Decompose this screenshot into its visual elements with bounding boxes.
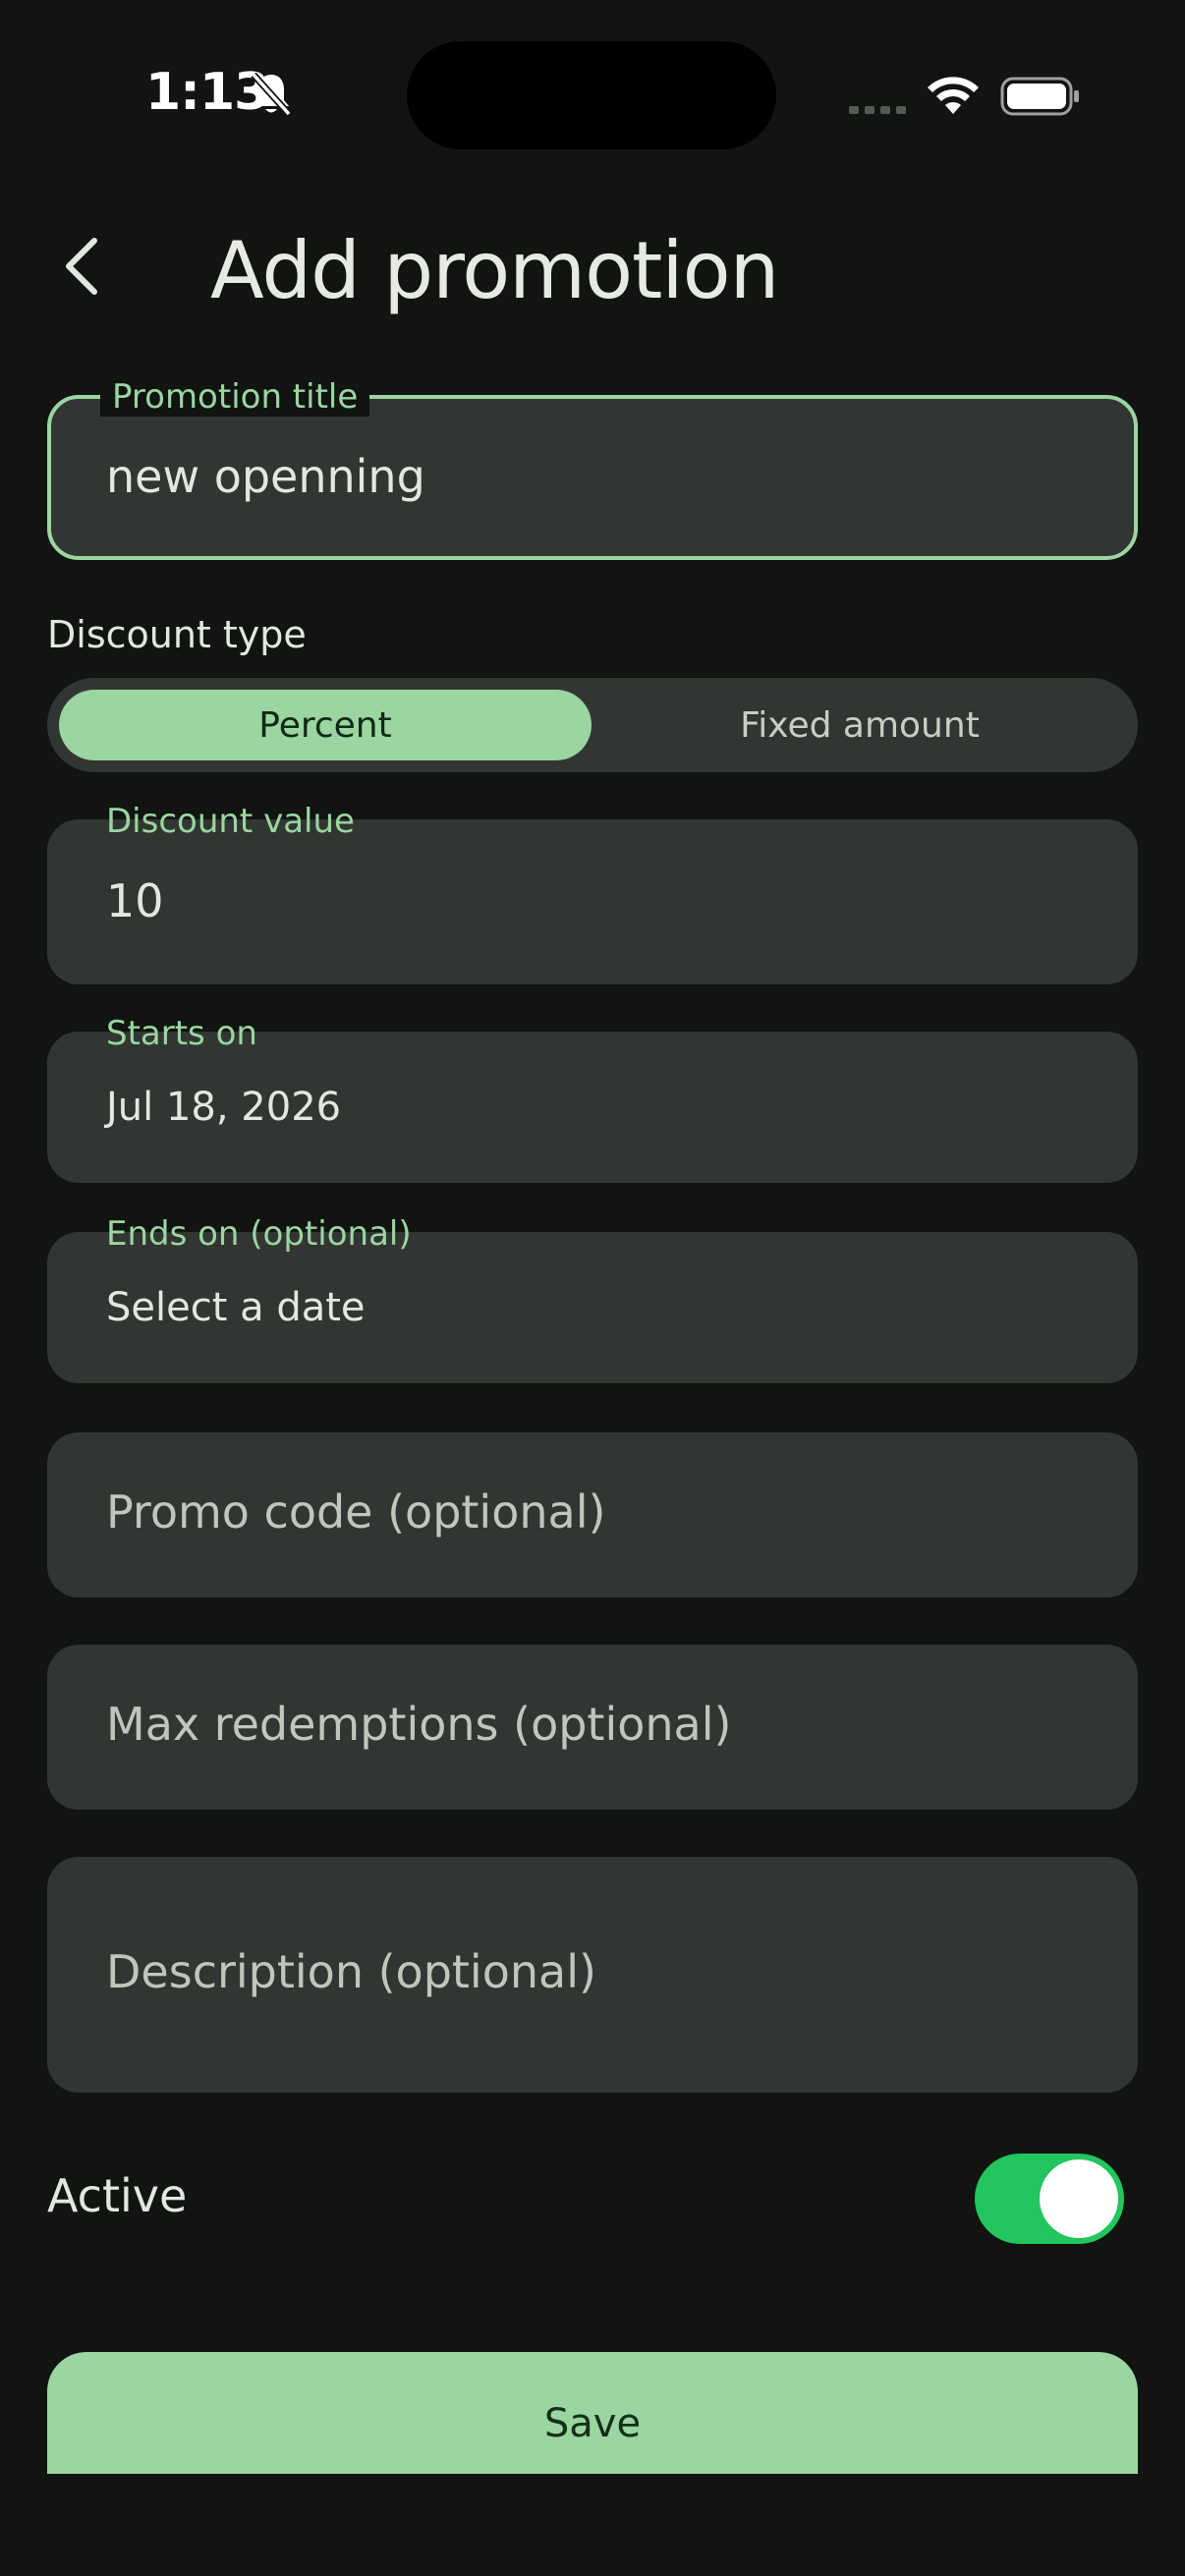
page-title: Add promotion [210,225,779,316]
active-toggle[interactable] [975,2154,1124,2244]
discount-type-segmented-control: Percent Fixed amount [47,678,1138,772]
ends-on-value: Select a date [106,1285,366,1330]
ends-on-field[interactable]: Ends on (optional) Select a date [47,1214,1138,1383]
wifi-icon [928,77,979,114]
discount-value-value: 10 [106,874,164,927]
starts-on-field[interactable]: Starts on Jul 18, 2026 [47,1014,1138,1183]
discount-value-label: Discount value [106,802,355,841]
dynamic-island [407,41,776,149]
segment-fixed-amount[interactable]: Fixed amount [593,690,1126,760]
discount-value-field[interactable]: Discount value 10 [47,802,1138,984]
chevron-left-icon [66,238,97,295]
starts-on-label: Starts on [106,1014,257,1053]
promotion-title-value: new openning [106,450,425,503]
ends-on-label: Ends on (optional) [106,1214,412,1254]
toggle-knob [1040,2159,1118,2238]
cellular-signal-icon [849,106,906,114]
battery-icon [1000,77,1079,116]
description-placeholder: Description (optional) [106,1945,596,1998]
description-input[interactable]: Description (optional) [47,1857,1138,2093]
discount-type-label: Discount type [47,613,307,656]
save-button[interactable]: Save [47,2352,1138,2474]
active-label: Active [47,2169,188,2222]
max-redemptions-placeholder: Max redemptions (optional) [106,1698,732,1751]
status-bar: 1:13 [0,0,1185,187]
bell-off-icon [251,72,292,117]
back-button[interactable] [47,222,118,310]
promotion-title-field[interactable]: Promotion title new openning [47,377,1138,560]
promotion-title-label: Promotion title [100,377,370,417]
starts-on-value: Jul 18, 2026 [106,1085,342,1130]
promo-code-placeholder: Promo code (optional) [106,1485,606,1539]
segment-percent[interactable]: Percent [59,690,592,760]
promo-code-input[interactable]: Promo code (optional) [47,1432,1138,1597]
max-redemptions-input[interactable]: Max redemptions (optional) [47,1645,1138,1810]
